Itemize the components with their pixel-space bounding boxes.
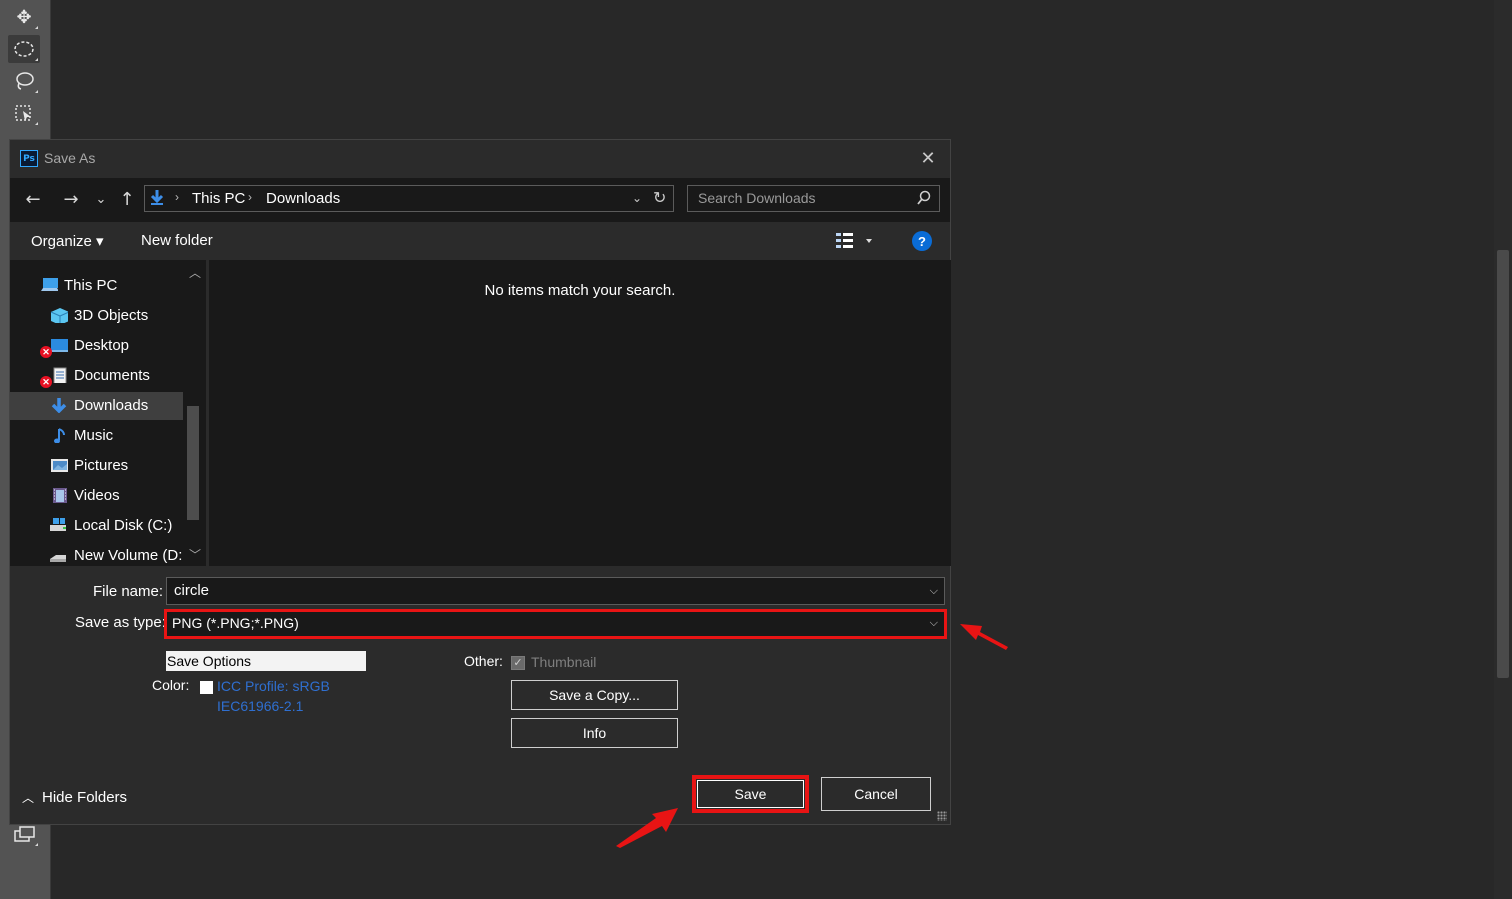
tree-item-label: Documents (74, 367, 150, 384)
thumbnail-label: Thumbnail (531, 654, 597, 670)
annotation-arrow-icon (960, 624, 1008, 650)
tree-item-this-pc[interactable]: This PC (10, 272, 183, 300)
tree-item-videos[interactable]: Videos (10, 482, 183, 510)
tree-item-label: Pictures (74, 457, 129, 474)
error-badge-icon: ✕ (40, 346, 52, 358)
color-label: Color: (152, 677, 190, 693)
save-options-heading: Save Options (166, 651, 366, 671)
chevron-up-icon: ︿ (22, 791, 35, 805)
file-name-label: File name: (93, 583, 164, 600)
object-selection-tool-icon[interactable] (8, 99, 40, 127)
tree-scrollbar-thumb[interactable] (187, 406, 199, 520)
search-box[interactable] (687, 185, 940, 212)
film-icon (53, 488, 67, 503)
download-arrow-icon (150, 190, 164, 205)
photoshop-logo-icon: Ps (20, 150, 38, 167)
annotation-arrow-icon (616, 808, 678, 848)
search-icon[interactable] (917, 190, 931, 206)
icc-profile-checkbox[interactable] (200, 681, 213, 694)
tree-item-music[interactable]: Music (10, 422, 183, 450)
save-a-copy-button[interactable]: Save a Copy... (511, 680, 678, 710)
icc-profile-link[interactable]: ICC Profile: sRGB (217, 678, 330, 694)
download-arrow-icon (51, 398, 67, 413)
folder-tree: This PC 3D Objects ✕ Desktop ✕ Documents… (10, 260, 206, 566)
breadcrumb-this-pc[interactable]: This PC (192, 190, 245, 207)
file-name-input[interactable] (174, 582, 914, 599)
info-button[interactable]: Info (511, 718, 678, 748)
breadcrumb-separator-icon: › (248, 190, 252, 204)
tree-item-3d-objects[interactable]: 3D Objects (10, 302, 183, 330)
other-label: Other: (464, 653, 503, 669)
breadcrumb-downloads[interactable]: Downloads (266, 190, 340, 207)
music-note-icon (54, 428, 65, 443)
thumbnail-checkbox: ✓ (511, 656, 525, 670)
change-view-button[interactable] (834, 231, 874, 251)
cancel-button[interactable]: Cancel (821, 777, 931, 811)
tree-item-documents[interactable]: ✕ Documents (10, 362, 183, 390)
error-badge-icon: ✕ (40, 376, 52, 388)
scroll-down-chevron-icon[interactable]: ﹀ (189, 546, 201, 563)
hide-folders-button[interactable]: ︿ Hide Folders (22, 789, 127, 806)
lasso-tool-icon[interactable] (8, 67, 40, 95)
up-arrow-icon[interactable]: ↑ (116, 188, 138, 210)
chevron-down-icon[interactable]: ⌵ (930, 584, 938, 598)
address-bar[interactable]: › This PC › Downloads ⌄ ↻ (144, 185, 674, 212)
save-as-type-value: PNG (*.PNG;*.PNG) (172, 615, 299, 631)
hide-folders-label: Hide Folders (42, 789, 128, 806)
breadcrumb-separator-icon: › (175, 190, 179, 204)
tree-item-downloads[interactable]: Downloads (10, 392, 183, 420)
icc-profile-link-line2[interactable]: IEC61966-2.1 (217, 698, 303, 714)
dialog-titlebar[interactable]: Ps Save As ✕ (10, 140, 950, 178)
file-name-field[interactable]: ⌵ (166, 577, 945, 605)
tree-item-label: Music (74, 427, 114, 444)
tree-item-label: Local Disk (C:) (74, 517, 173, 534)
tree-item-label: Videos (74, 487, 120, 504)
drive-icon (50, 555, 66, 562)
tree-item-desktop[interactable]: ✕ Desktop (10, 332, 183, 360)
drive-icon (50, 518, 66, 531)
details-view-icon (836, 233, 872, 248)
navigation-bar: ← → ⌄ ↑ › This PC › Downloads ⌄ ↻ (10, 178, 950, 222)
empty-message: No items match your search. (484, 282, 676, 299)
forward-arrow-icon[interactable]: → (60, 188, 82, 210)
refresh-icon[interactable]: ↻ (653, 188, 666, 208)
recent-locations-chevron-icon[interactable]: ⌄ (94, 188, 108, 210)
address-dropdown-chevron-icon[interactable]: ⌄ (632, 191, 642, 205)
help-icon[interactable]: ? (912, 231, 932, 251)
tree-item-label: This PC (64, 277, 118, 294)
search-input[interactable] (696, 189, 910, 207)
scrollbar-thumb[interactable] (1497, 250, 1509, 678)
close-icon[interactable]: ✕ (916, 146, 940, 170)
desktop-icon (51, 339, 68, 352)
vertical-scrollbar[interactable] (1494, 0, 1512, 899)
computer-icon (41, 278, 58, 291)
new-folder-button[interactable]: New folder (141, 232, 213, 249)
move-tool-icon[interactable]: ✥ (8, 3, 40, 31)
tree-item-local-disk-c[interactable]: Local Disk (C:) (10, 512, 183, 540)
scroll-up-chevron-icon[interactable]: ︿ (189, 264, 201, 281)
documents-icon (53, 367, 67, 383)
save-as-dialog: Ps Save As ✕ ← → ⌄ ↑ › This PC › Downloa… (9, 139, 951, 825)
organize-menu-button[interactable]: Organize ▾ (31, 232, 104, 250)
tree-item-label: 3D Objects (74, 307, 149, 324)
elliptical-marquee-tool-icon[interactable] (8, 35, 40, 63)
tree-item-label: Desktop (74, 337, 130, 354)
pictures-icon (51, 459, 68, 472)
chevron-down-icon[interactable]: ⌵ (930, 616, 938, 630)
save-button[interactable]: Save (692, 775, 809, 813)
tree-item-label: New Volume (D: (74, 547, 183, 564)
resize-grip-icon[interactable] (937, 811, 947, 821)
command-bar: Organize ▾ New folder ? (10, 222, 950, 260)
dialog-title: Save As (44, 150, 96, 166)
tree-item-pictures[interactable]: Pictures (10, 452, 183, 480)
tree-scrollbar[interactable]: ︿ ﹀ (184, 260, 206, 566)
file-list[interactable]: No items match your search. (208, 260, 951, 566)
save-as-type-label: Save as type: (75, 614, 166, 631)
cube-icon (50, 308, 68, 323)
tree-item-label: Downloads (74, 397, 149, 414)
tree-item-new-volume-d[interactable]: New Volume (D: (10, 542, 183, 566)
save-as-type-select[interactable]: PNG (*.PNG;*.PNG) ⌵ (164, 609, 947, 639)
back-arrow-icon[interactable]: ← (22, 188, 44, 210)
